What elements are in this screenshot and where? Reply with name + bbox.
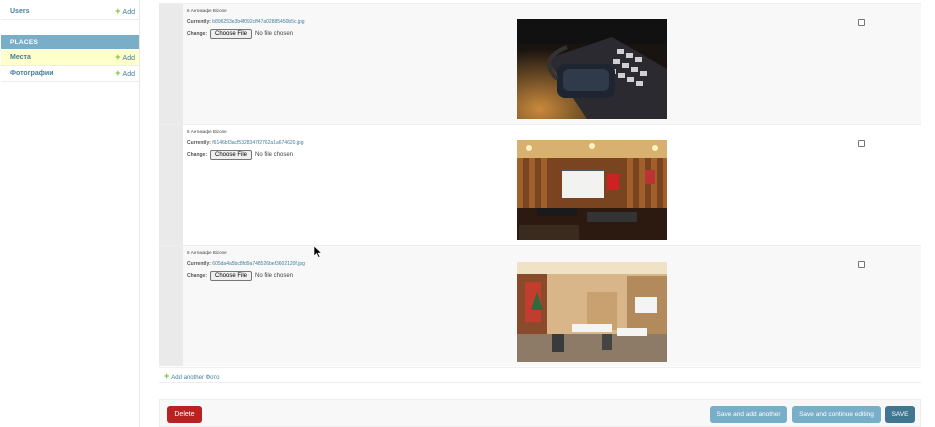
choose-file-button[interactable]: Choose File [210,29,252,39]
sidebar-users-link[interactable]: Users [10,8,29,15]
currently-line: Currently: b896253e3b4f092cff47a02885450… [187,19,305,25]
places-section-header: PLACES [1,35,139,49]
inline-photo-row: 6 Антикафе Bizone Currently: f6146bf3acf… [159,124,921,245]
sidebar-item-photos: Фотографии + Add [1,66,139,82]
inline-row-title: 6 Антикафе Bizone [187,129,227,134]
add-label: Add [122,71,135,78]
inline-footer [159,367,921,383]
no-file-text: No file chosen [255,31,294,37]
no-file-text: No file chosen [255,273,294,279]
delete-checkbox[interactable] [858,19,865,26]
sidebar-users-add-link[interactable]: + Add [115,6,135,17]
current-file-link[interactable]: f6146bf3acf5328347f2762a1a674620.jpg [212,140,303,146]
sidebar-places-link[interactable]: Места [10,54,31,61]
sidebar-item-users: Users + Add [1,4,139,20]
plus-icon: + [115,68,121,78]
inline-row-strip [159,246,183,366]
choose-file-button[interactable]: Choose File [210,150,252,160]
save-button[interactable]: SAVE [885,406,915,423]
plus-icon: + [164,371,170,381]
currently-label: Currently: [187,140,211,146]
sidebar: Users + Add PLACES Места + Add Фотографии … [0,0,140,427]
add-another-photo-link[interactable]: + Add another Фото [164,371,219,381]
inline-photo-row: 6 Антикафе Bizone Currently: b896253e3b4… [159,3,921,124]
sidebar-item-places: Места + Add [1,50,139,66]
no-file-text: No file chosen [255,152,294,158]
currently-line: Currently: f6146bf3acf5328347f2762a1a674… [187,140,304,146]
photo-preview [517,19,667,119]
change-label: Change: [187,152,207,158]
change-label: Change: [187,31,207,37]
inline-row-title: 6 Антикафе Bizone [187,250,227,255]
inline-photo-row: 6 Антикафе Bizone Currently: 605da4a5bc8… [159,245,921,366]
add-label: Add [122,55,135,62]
photo-preview [517,262,667,362]
currently-label: Currently: [187,261,211,267]
submit-row: Delete Save and add another Save and con… [159,399,921,427]
delete-checkbox[interactable] [858,140,865,147]
choose-file-button[interactable]: Choose File [210,271,252,281]
plus-icon: + [115,52,121,62]
current-file-link[interactable]: 605da4a5bc8fd9a748526bef3602120f.jpg [212,261,305,267]
inline-row-strip [159,4,183,124]
plus-icon: + [115,6,121,16]
delete-checkbox[interactable] [858,261,865,268]
sidebar-places-add-link[interactable]: + Add [115,52,135,63]
sidebar-photos-add-link[interactable]: + Add [115,68,135,79]
inline-row-title: 6 Антикафе Bizone [187,8,227,13]
sidebar-photos-link[interactable]: Фотографии [10,70,54,77]
mouse-cursor-icon [314,246,323,258]
current-file-link[interactable]: b896253e3b4f092cff47a02885450b5c.jpg [212,19,304,25]
inline-row-strip [159,125,183,245]
add-label: Add [122,9,135,16]
add-another-label: Add another Фото [171,375,220,381]
save-and-continue-button[interactable]: Save and continue editing [792,406,881,423]
save-and-add-another-button[interactable]: Save and add another [710,406,787,423]
delete-button[interactable]: Delete [167,406,202,423]
currently-label: Currently: [187,19,211,25]
change-label: Change: [187,273,207,279]
currently-line: Currently: 605da4a5bc8fd9a748526bef36021… [187,261,305,267]
photo-preview [517,140,667,240]
